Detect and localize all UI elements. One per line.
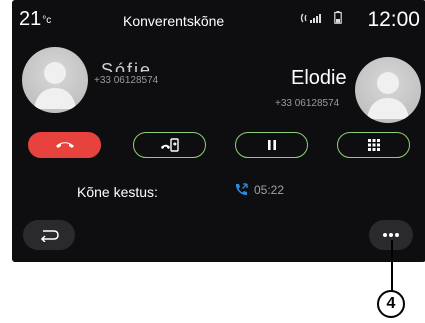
person-icon xyxy=(34,62,76,109)
back-arrow-icon xyxy=(40,230,59,242)
caller1-avatar xyxy=(22,47,88,113)
transfer-call-button[interactable] xyxy=(133,132,206,158)
clock: 12:00 xyxy=(367,8,420,31)
phone-hangup-icon xyxy=(55,142,74,148)
more-options-icon xyxy=(383,233,399,237)
battery-icon xyxy=(334,11,342,27)
callout-line xyxy=(391,240,393,292)
person-icon xyxy=(367,72,409,119)
hold-call-button[interactable] xyxy=(235,132,308,158)
call-duration-label: Kõne kestus: xyxy=(77,184,158,200)
temperature-readout: 21°c xyxy=(19,8,51,31)
bluetooth-phone-signal-icon xyxy=(300,12,328,27)
keypad-button[interactable] xyxy=(337,132,410,158)
temperature-value: 21 xyxy=(19,8,42,30)
temperature-unit: °c xyxy=(42,15,52,26)
status-bar: 21°c Konverentskõne 12:00 xyxy=(12,0,425,31)
back-button[interactable] xyxy=(23,220,75,250)
caller2-name: Elodie xyxy=(291,67,347,89)
caller2-avatar xyxy=(355,57,421,123)
keypad-icon xyxy=(367,139,380,151)
end-call-button[interactable] xyxy=(28,132,101,158)
caller2-number: +33 06128574 xyxy=(275,98,340,109)
page-title: Konverentskõne xyxy=(123,13,225,29)
phone-transfer-icon xyxy=(160,138,179,152)
caller1-name: Sófie xyxy=(101,60,153,72)
pause-icon xyxy=(267,140,276,150)
call-duration-value: 05:22 xyxy=(254,183,285,197)
callout-number: 4 xyxy=(377,290,405,318)
phone-call-icon xyxy=(233,182,249,203)
phone-screen: 21°c Konverentskõne 12:00 Sófie +33 0612… xyxy=(12,0,425,262)
caller1-number: +33 06128574 xyxy=(94,75,159,86)
status-icons xyxy=(300,11,342,27)
